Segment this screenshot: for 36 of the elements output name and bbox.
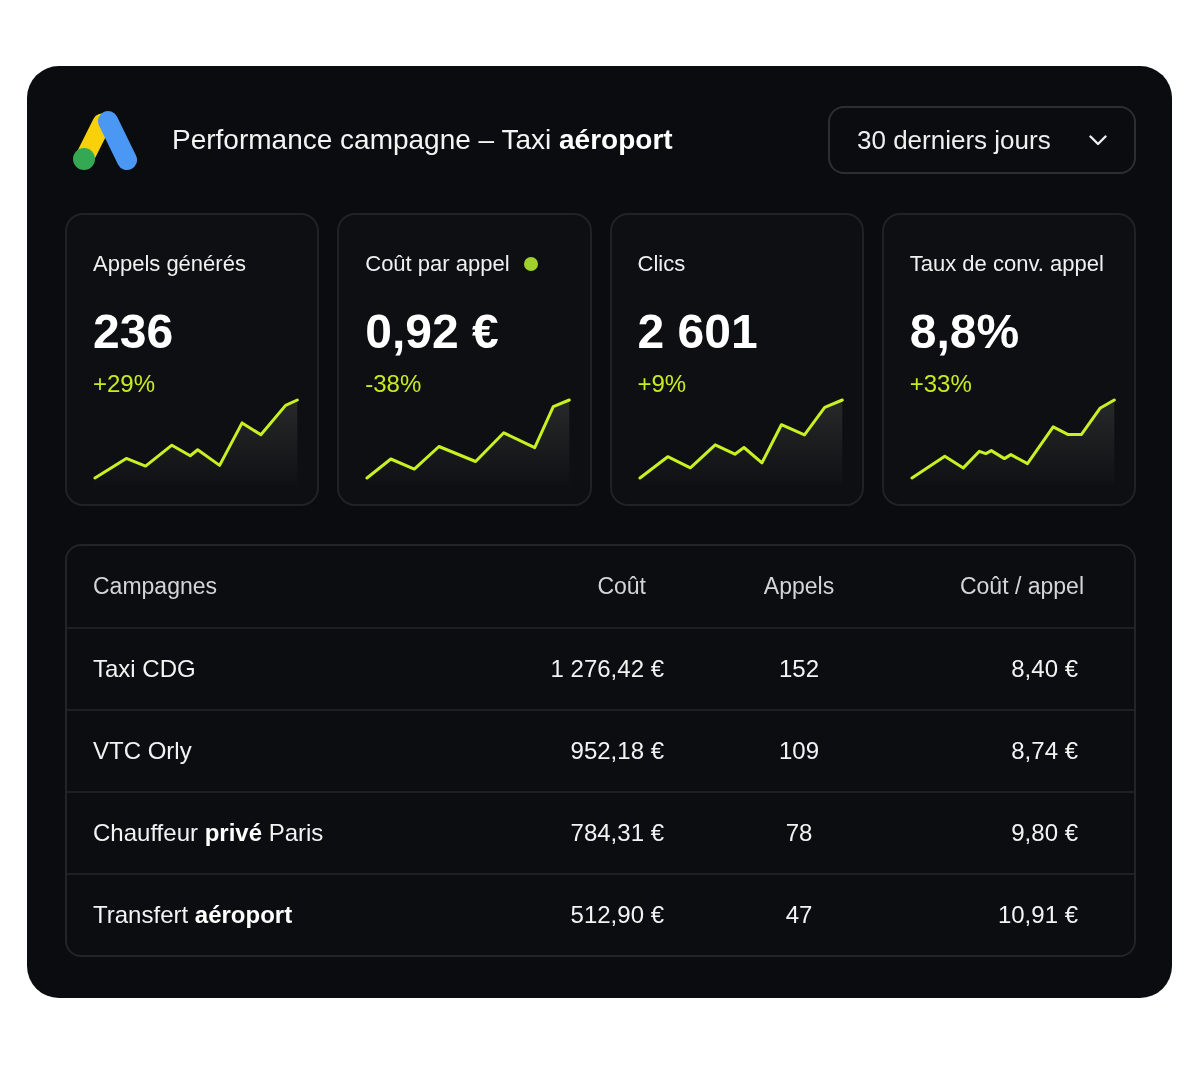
metric-value: 8,8% <box>909 304 1021 360</box>
column-header: Coût / appel <box>958 573 1084 600</box>
column-header: Campagnes <box>93 573 219 600</box>
table-cell-text: 78 <box>784 819 814 847</box>
metric-label: Clics <box>637 250 686 278</box>
table-cell-text: VTC Orly <box>93 737 193 765</box>
table-cell-text: 8,74 € <box>1010 737 1079 765</box>
logo-icon <box>72 109 138 171</box>
metric-label: Coût par appel <box>365 250 510 278</box>
table-cell-text: 10,91 € <box>996 901 1079 929</box>
column-header: Appels <box>762 573 836 600</box>
table-cell-text: 784,31 € <box>569 819 664 847</box>
metric-change: +33% <box>909 371 973 397</box>
metric-change: -38% <box>365 371 423 397</box>
table-cell-text: Transfert aéroport <box>93 901 294 929</box>
metric-value: 0,92 € <box>365 304 500 360</box>
table-cell-text: 47 <box>784 901 814 929</box>
metric-label: Appels générés <box>93 250 246 278</box>
table-cell-text: 1 276,42 € <box>549 655 664 683</box>
table-cell-text: 952,18 € <box>569 737 664 765</box>
table-cell-text: Taxi CDG <box>93 655 197 683</box>
table-cell-text: 152 <box>777 655 820 683</box>
metric-value: 236 <box>93 304 175 360</box>
period-dropdown[interactable]: 30 derniers jours <box>828 106 1136 174</box>
metric-value: 2 601 <box>637 304 759 360</box>
metric-change: +29% <box>93 371 157 397</box>
dashboard-title: Performance campagne – Taxi aéroport <box>172 124 673 156</box>
table-cell-text: Chauffeur privé Paris <box>93 819 325 847</box>
metric-label: Taux de conv. appel <box>909 250 1104 278</box>
table-cell-text: 109 <box>777 737 820 765</box>
table-cell-text: 512,90 € <box>569 901 664 929</box>
metric-change: +9% <box>637 371 688 397</box>
column-header: Coût <box>596 573 647 600</box>
chevron-down-icon <box>1089 134 1107 146</box>
table-cell-text: 9,80 € <box>1010 819 1079 847</box>
table-cell-text: 8,40 € <box>1010 655 1079 683</box>
